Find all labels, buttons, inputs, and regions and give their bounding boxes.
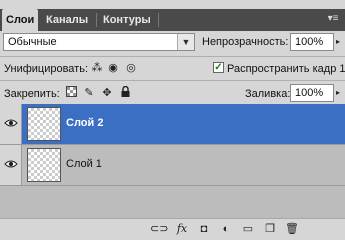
lock-transparency-icon[interactable] bbox=[64, 86, 78, 100]
tab-layers[interactable]: Слои bbox=[2, 9, 38, 31]
divider bbox=[0, 56, 345, 57]
tab-divider bbox=[158, 13, 159, 27]
add-mask-icon[interactable]: ◘ bbox=[196, 222, 212, 236]
layers-list: Слой 2 Слой 1 bbox=[0, 104, 345, 218]
layers-panel: Слои Каналы Контуры ▾≡ Обычные ▼ Непрозр… bbox=[0, 0, 345, 240]
blend-opacity-row: Обычные ▼ Непрозрачность: 100% ▸ bbox=[0, 31, 345, 55]
layer-row[interactable]: Слой 2 bbox=[0, 104, 345, 145]
eye-icon bbox=[4, 119, 18, 127]
unify-position-icon[interactable]: ⁂ bbox=[90, 61, 104, 75]
tab-divider bbox=[96, 13, 97, 27]
tab-bar: Слои Каналы Контуры ▾≡ bbox=[0, 9, 345, 31]
divider bbox=[0, 80, 345, 81]
propagate-checkbox[interactable]: ✓ bbox=[213, 62, 224, 73]
new-group-folder-icon[interactable]: ▭ bbox=[240, 222, 256, 236]
unify-label: Унифицировать: bbox=[4, 63, 89, 75]
layer-thumbnail bbox=[27, 148, 61, 182]
fill-input[interactable]: 100% bbox=[290, 84, 334, 102]
layer-name[interactable]: Слой 1 bbox=[66, 158, 102, 170]
panel-menu-icon[interactable]: ▾≡ bbox=[325, 11, 341, 27]
eye-icon bbox=[4, 160, 18, 168]
opacity-slider-icon[interactable]: ▸ bbox=[336, 33, 345, 51]
layer-thumbnail bbox=[27, 107, 61, 141]
lock-pixels-brush-icon[interactable]: ✎ bbox=[82, 86, 96, 100]
unify-style-icon[interactable]: ◎ bbox=[124, 61, 138, 75]
lock-label: Закрепить: bbox=[4, 88, 60, 100]
lock-all-icon[interactable] bbox=[118, 85, 132, 100]
visibility-toggle[interactable] bbox=[0, 104, 22, 144]
visibility-toggle[interactable] bbox=[0, 145, 22, 185]
fill-slider-icon[interactable]: ▸ bbox=[336, 84, 345, 102]
opacity-input[interactable]: 100% bbox=[290, 33, 334, 51]
lock-position-move-icon[interactable]: ✥ bbox=[100, 86, 114, 100]
blend-mode-select[interactable]: Обычные ▼ bbox=[3, 33, 195, 51]
adjustment-layer-icon[interactable]: ◐ bbox=[218, 222, 234, 236]
layer-name[interactable]: Слой 2 bbox=[66, 117, 103, 129]
delete-layer-trash-icon[interactable]: 🗑 bbox=[284, 222, 300, 236]
tab-paths[interactable]: Контуры bbox=[99, 9, 157, 31]
new-layer-icon[interactable]: ❐ bbox=[262, 222, 278, 236]
layer-row[interactable]: Слой 1 bbox=[0, 145, 345, 186]
unify-visibility-icon[interactable]: ◉ bbox=[106, 61, 120, 75]
blend-mode-value: Обычные bbox=[8, 36, 57, 48]
tab-channels[interactable]: Каналы bbox=[42, 9, 94, 31]
propagate-label: Распространить кадр 1 bbox=[227, 63, 345, 75]
chevron-down-icon[interactable]: ▼ bbox=[177, 34, 194, 50]
layer-style-fx-icon[interactable]: fx bbox=[174, 222, 190, 236]
fill-label: Заливка: bbox=[245, 88, 291, 100]
layers-footer-toolbar: ⊂⊃ fx ◘ ◐ ▭ ❐ 🗑 bbox=[0, 218, 345, 240]
opacity-label: Непрозрачность: bbox=[202, 36, 289, 48]
link-layers-icon[interactable]: ⊂⊃ bbox=[150, 222, 168, 236]
